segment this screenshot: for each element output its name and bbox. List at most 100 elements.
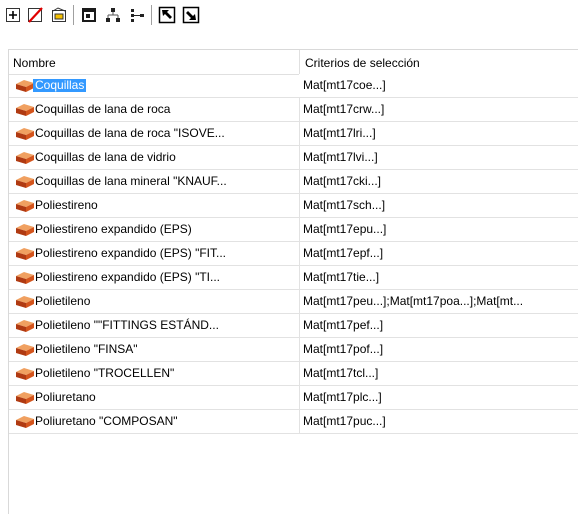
row-name: Coquillas de lana de vidrio: [35, 150, 176, 164]
material-brick-icon: [15, 150, 35, 165]
name-cell[interactable]: Poliuretano "COMPOSAN": [9, 410, 300, 433]
table-row[interactable]: Poliestireno Mat[mt17sch...]: [9, 194, 578, 218]
name-cell[interactable]: Coquillas de lana mineral "KNAUF...: [9, 170, 300, 193]
name-cell[interactable]: Poliestireno expandido (EPS): [9, 218, 300, 241]
edit-icon[interactable]: [50, 6, 68, 24]
row-name: Poliestireno: [35, 198, 98, 212]
row-name: Coquillas de lana de roca: [35, 102, 171, 116]
material-brick-icon: [15, 390, 35, 405]
move-up-icon[interactable]: [158, 6, 176, 24]
table-row[interactable]: Polietileno "FINSA" Mat[mt17pof...]: [9, 338, 578, 362]
table-row[interactable]: Poliuretano "COMPOSAN" Mat[mt17puc...]: [9, 410, 578, 434]
material-brick-icon: [15, 78, 35, 93]
row-criteria: Mat[mt17puc...]: [303, 414, 386, 428]
table-row[interactable]: Poliuretano Mat[mt17plc...]: [9, 386, 578, 410]
row-criteria: Mat[mt17tcl...]: [303, 366, 379, 380]
column-header-name-label: Nombre: [13, 56, 56, 70]
table-row[interactable]: Polietileno Mat[mt17peu...];Mat[mt17poa.…: [9, 290, 578, 314]
criteria-cell[interactable]: Mat[mt17sch...]: [299, 194, 578, 217]
name-cell[interactable]: Poliestireno expandido (EPS) "FIT...: [9, 242, 300, 265]
toolbar-separator: [151, 5, 152, 25]
table-row[interactable]: Coquillas de lana mineral "KNAUF... Mat[…: [9, 170, 578, 194]
name-cell[interactable]: Coquillas de lana de roca: [9, 98, 300, 121]
row-name: Coquillas de lana mineral "KNAUF...: [35, 174, 227, 188]
criteria-cell[interactable]: Mat[mt17cki...]: [299, 170, 578, 193]
row-criteria: Mat[mt17tie...]: [303, 270, 380, 284]
row-criteria: Mat[mt17crw...]: [303, 102, 385, 116]
material-brick-icon: [15, 246, 35, 261]
column-header-name[interactable]: Nombre: [9, 50, 300, 74]
criteria-cell[interactable]: Mat[mt17tcl...]: [299, 362, 578, 385]
row-name: Coquillas: [33, 78, 87, 92]
criteria-cell[interactable]: Mat[mt17coe...]: [299, 74, 578, 97]
table-row[interactable]: Poliestireno expandido (EPS) "FIT... Mat…: [9, 242, 578, 266]
name-cell[interactable]: Polietileno "TROCELLEN": [9, 362, 300, 385]
row-criteria: Mat[mt17cki...]: [303, 174, 382, 188]
table-row[interactable]: Poliestireno expandido (EPS) "TI... Mat[…: [9, 266, 578, 290]
material-brick-icon: [15, 270, 35, 285]
table-row[interactable]: Polietileno "TROCELLEN" Mat[mt17tcl...]: [9, 362, 578, 386]
row-name: Poliestireno expandido (EPS) "TI...: [35, 270, 221, 284]
tree-icon[interactable]: [104, 6, 122, 24]
row-criteria: Mat[mt17plc...]: [303, 390, 382, 404]
material-brick-icon: [15, 174, 35, 189]
row-name: Polietileno: [35, 294, 91, 308]
toolbar: [0, 0, 578, 28]
material-brick-icon: [15, 102, 35, 117]
criteria-cell[interactable]: Mat[mt17epf...]: [299, 242, 578, 265]
criteria-cell[interactable]: Mat[mt17epu...]: [299, 218, 578, 241]
delete-icon[interactable]: [26, 6, 44, 24]
table-row[interactable]: Poliestireno expandido (EPS) Mat[mt17epu…: [9, 218, 578, 242]
name-cell[interactable]: Polietileno "FINSA": [9, 338, 300, 361]
name-cell[interactable]: Polietileno: [9, 290, 300, 313]
criteria-cell[interactable]: Mat[mt17crw...]: [299, 98, 578, 121]
material-brick-icon: [15, 366, 35, 381]
material-brick-icon: [15, 318, 35, 333]
view-icon[interactable]: [80, 6, 98, 24]
row-name: Polietileno "FINSA": [35, 342, 138, 356]
toolbar-separator: [73, 5, 74, 25]
table-row[interactable]: Coquillas de lana de vidrio Mat[mt17lvi.…: [9, 146, 578, 170]
material-brick-icon: [15, 342, 35, 357]
material-brick-icon: [15, 414, 35, 429]
material-brick-icon: [15, 222, 35, 237]
criteria-cell[interactable]: Mat[mt17lvi...]: [299, 146, 578, 169]
name-cell[interactable]: Poliestireno: [9, 194, 300, 217]
table-row[interactable]: Coquillas de lana de roca Mat[mt17crw...…: [9, 98, 578, 122]
name-cell[interactable]: Coquillas de lana de roca "ISOVE...: [9, 122, 300, 145]
row-name: Polietileno ""FITTINGS ESTÁND...: [35, 318, 219, 332]
name-cell[interactable]: Poliestireno expandido (EPS) "TI...: [9, 266, 300, 289]
criteria-cell[interactable]: Mat[mt17plc...]: [299, 386, 578, 409]
add-icon[interactable]: [4, 6, 22, 24]
move-down-icon[interactable]: [182, 6, 200, 24]
row-name: Polietileno "TROCELLEN": [35, 366, 175, 380]
row-criteria: Mat[mt17epf...]: [303, 246, 384, 260]
criteria-cell[interactable]: Mat[mt17tie...]: [299, 266, 578, 289]
material-brick-icon: [15, 294, 35, 309]
grid-header: Nombre Criterios de selección: [9, 50, 578, 75]
row-criteria: Mat[mt17pef...]: [303, 318, 384, 332]
table-row[interactable]: Polietileno ""FITTINGS ESTÁND... Mat[mt1…: [9, 314, 578, 338]
table-row[interactable]: Coquillas de lana de roca "ISOVE... Mat[…: [9, 122, 578, 146]
material-brick-icon: [15, 126, 35, 141]
row-name: Poliuretano: [35, 390, 96, 404]
expand-icon[interactable]: [128, 6, 146, 24]
row-criteria: Mat[mt17lvi...]: [303, 150, 378, 164]
criteria-cell[interactable]: Mat[mt17pef...]: [299, 314, 578, 337]
criteria-cell[interactable]: Mat[mt17pof...]: [299, 338, 578, 361]
table-row[interactable]: Coquillas Mat[mt17coe...]: [9, 74, 578, 98]
row-name: Poliuretano "COMPOSAN": [35, 414, 178, 428]
criteria-cell[interactable]: Mat[mt17lri...]: [299, 122, 578, 145]
criteria-cell[interactable]: Mat[mt17peu...];Mat[mt17poa...];Mat[mt..…: [299, 290, 578, 313]
column-header-criteria[interactable]: Criterios de selección: [305, 56, 420, 70]
material-brick-icon: [15, 198, 35, 213]
name-cell[interactable]: Coquillas de lana de vidrio: [9, 146, 300, 169]
materials-grid: Nombre Criterios de selección Coquillas …: [8, 49, 578, 514]
name-cell[interactable]: Poliuretano: [9, 386, 300, 409]
name-cell[interactable]: Coquillas: [9, 74, 300, 97]
name-cell[interactable]: Polietileno ""FITTINGS ESTÁND...: [9, 314, 300, 337]
row-criteria: Mat[mt17peu...];Mat[mt17poa...];Mat[mt..…: [303, 294, 524, 308]
row-name: Poliestireno expandido (EPS) "FIT...: [35, 246, 227, 260]
criteria-cell[interactable]: Mat[mt17puc...]: [299, 410, 578, 433]
row-name: Poliestireno expandido (EPS): [35, 222, 192, 236]
